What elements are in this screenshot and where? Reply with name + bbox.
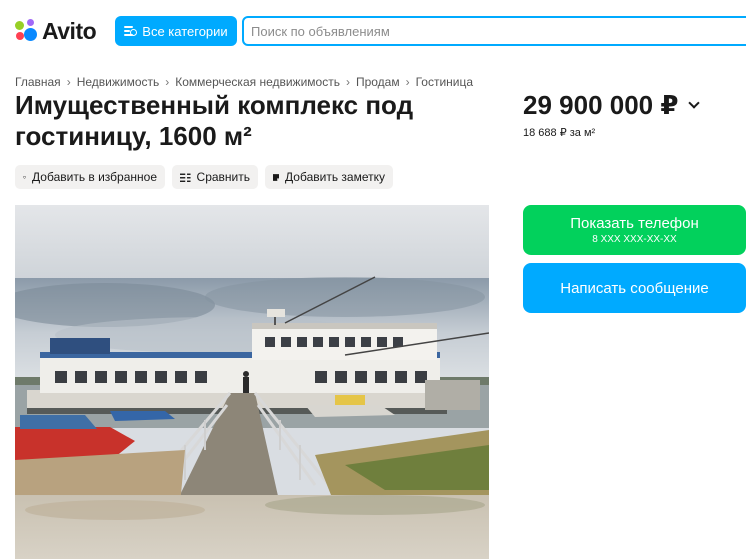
all-categories-label: Все категории [142, 23, 228, 39]
price-per-unit: 18 688 ₽ за м² [523, 127, 596, 139]
avito-logo[interactable]: Avito [15, 17, 97, 45]
page-title: Имущественный комплекс под гостиницу, 16… [15, 90, 414, 151]
show-phone-button[interactable]: Показать телефон 8 XXX XXX-XX-XX [523, 205, 746, 255]
chevron-down-icon[interactable] [688, 96, 701, 109]
breadcrumb-separator: › [345, 75, 350, 89]
price-value: 29 900 000 ₽ [523, 90, 679, 120]
breadcrumb-separator: › [405, 75, 410, 89]
listing-photo[interactable] [15, 205, 489, 559]
heart-icon [23, 175, 27, 179]
write-message-label: Написать сообщение [560, 279, 709, 297]
compare-label: Сравнить [196, 170, 250, 184]
add-note-label: Добавить заметку [285, 170, 385, 184]
breadcrumb-separator: › [66, 75, 71, 89]
write-message-button[interactable]: Написать сообщение [523, 263, 746, 313]
phone-masked: 8 XXX XXX-XX-XX [592, 234, 677, 245]
categories-icon [124, 25, 138, 37]
breadcrumb-item-home[interactable]: Главная [15, 75, 61, 89]
compare-icon [180, 173, 191, 182]
add-note-button[interactable]: Добавить заметку [265, 165, 393, 189]
listing-photo-image [15, 205, 489, 559]
add-to-favorites-label: Добавить в избранное [32, 170, 157, 184]
show-phone-label: Показать телефон [570, 215, 699, 232]
search-input[interactable] [242, 16, 746, 46]
price[interactable]: 29 900 000 ₽ [523, 90, 701, 121]
breadcrumb-item-commercial[interactable]: Коммерческая недвижимость [175, 75, 340, 89]
compare-button[interactable]: Сравнить [172, 165, 258, 189]
avito-logo-icon [15, 19, 39, 43]
breadcrumb-item-hotel[interactable]: Гостиница [416, 75, 473, 89]
breadcrumb-item-real-estate[interactable]: Недвижимость [77, 75, 160, 89]
breadcrumb: Главная › Недвижимость › Коммерческая не… [15, 75, 473, 89]
all-categories-button[interactable]: Все категории [115, 16, 237, 46]
breadcrumb-separator: › [165, 75, 170, 89]
breadcrumb-item-sell[interactable]: Продам [356, 75, 400, 89]
note-icon [273, 173, 280, 181]
add-to-favorites-button[interactable]: Добавить в избранное [15, 165, 165, 189]
logo-text: Avito [42, 17, 97, 44]
